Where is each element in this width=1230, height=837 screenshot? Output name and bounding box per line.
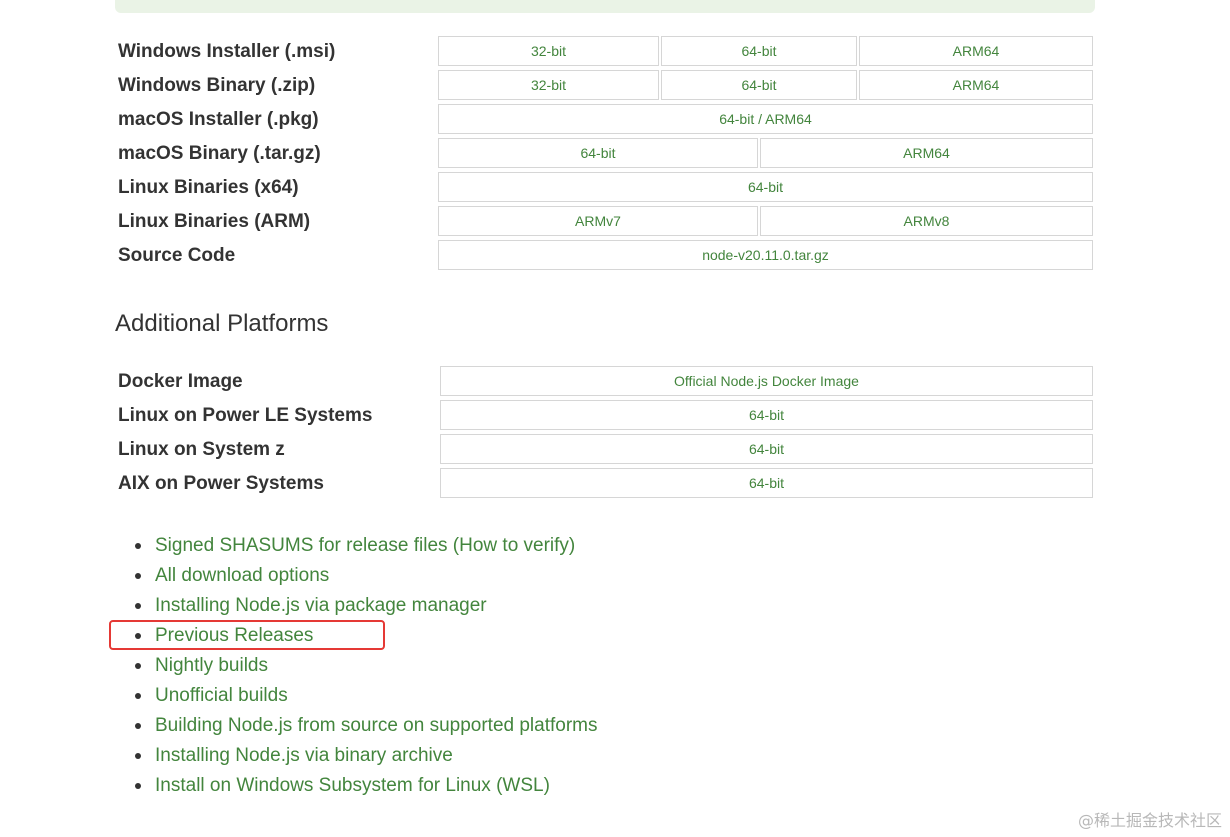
bullet-icon xyxy=(135,723,141,729)
download-link-32bit[interactable]: 32-bit xyxy=(438,36,659,66)
download-row-linux-x64: Linux Binaries (x64) 64-bit xyxy=(115,172,1095,204)
download-row-macos-installer: macOS Installer (.pkg) 64-bit / ARM64 xyxy=(115,104,1095,136)
platform-row-power-le: Linux on Power LE Systems 64-bit xyxy=(115,400,1095,432)
bullet-icon xyxy=(135,783,141,789)
row-label: Source Code xyxy=(118,245,236,266)
download-link-64bit[interactable]: 64-bit xyxy=(661,70,857,100)
platform-row-aix: AIX on Power Systems 64-bit xyxy=(115,468,1095,500)
download-link-32bit[interactable]: 32-bit xyxy=(438,70,659,100)
row-label: AIX on Power Systems xyxy=(118,473,324,494)
download-link-arm64[interactable]: ARM64 xyxy=(760,138,1093,168)
bullet-icon xyxy=(135,693,141,699)
top-banner xyxy=(115,0,1095,13)
download-link-64bit[interactable]: 64-bit xyxy=(661,36,857,66)
link-building-from-source[interactable]: Building Node.js from source on supporte… xyxy=(155,711,598,741)
download-link-64bit[interactable]: 64-bit xyxy=(438,138,758,168)
row-label: Linux Binaries (ARM) xyxy=(118,211,311,232)
row-label: macOS Binary (.tar.gz) xyxy=(118,143,321,164)
download-link-64bit[interactable]: 64-bit xyxy=(440,434,1093,464)
download-row-macos-binary: macOS Binary (.tar.gz) 64-bit ARM64 xyxy=(115,138,1095,170)
download-link-64bit[interactable]: 64-bit xyxy=(440,468,1093,498)
link-signed-shasums[interactable]: Signed SHASUMS for release files (How to… xyxy=(155,531,575,561)
section-heading-additional-platforms: Additional Platforms xyxy=(115,310,329,337)
bullet-icon xyxy=(135,663,141,669)
row-label: Docker Image xyxy=(118,371,243,392)
bullet-icon xyxy=(135,603,141,609)
download-link-source-tarball[interactable]: node-v20.11.0.tar.gz xyxy=(438,240,1093,270)
row-label: Windows Installer (.msi) xyxy=(118,41,336,62)
download-link-docker-image[interactable]: Official Node.js Docker Image xyxy=(440,366,1093,396)
link-wsl[interactable]: Install on Windows Subsystem for Linux (… xyxy=(155,771,550,801)
row-label: Linux Binaries (x64) xyxy=(118,177,299,198)
link-binary-archive[interactable]: Installing Node.js via binary archive xyxy=(155,741,453,771)
bullet-icon xyxy=(135,543,141,549)
download-row-linux-arm: Linux Binaries (ARM) ARMv7 ARMv8 xyxy=(115,206,1095,238)
row-label: Linux on System z xyxy=(118,439,285,460)
download-link-64bit[interactable]: 64-bit xyxy=(440,400,1093,430)
download-link-armv8[interactable]: ARMv8 xyxy=(760,206,1093,236)
download-link-armv7[interactable]: ARMv7 xyxy=(438,206,758,236)
row-label: Linux on Power LE Systems xyxy=(118,405,373,426)
link-unofficial-builds[interactable]: Unofficial builds xyxy=(155,681,288,711)
link-all-download-options[interactable]: All download options xyxy=(155,561,329,591)
link-nightly-builds[interactable]: Nightly builds xyxy=(155,651,268,681)
bullet-icon xyxy=(135,753,141,759)
platform-row-docker: Docker Image Official Node.js Docker Ima… xyxy=(115,366,1095,398)
platform-row-system-z: Linux on System z 64-bit xyxy=(115,434,1095,466)
download-link-arm64[interactable]: ARM64 xyxy=(859,36,1093,66)
download-link-64bit-arm64[interactable]: 64-bit / ARM64 xyxy=(438,104,1093,134)
download-row-windows-binary: Windows Binary (.zip) 32-bit 64-bit ARM6… xyxy=(115,70,1095,102)
link-package-manager[interactable]: Installing Node.js via package manager xyxy=(155,591,487,621)
row-label: Windows Binary (.zip) xyxy=(118,75,316,96)
download-link-arm64[interactable]: ARM64 xyxy=(859,70,1093,100)
download-link-64bit[interactable]: 64-bit xyxy=(438,172,1093,202)
download-row-source-code: Source Code node-v20.11.0.tar.gz xyxy=(115,240,1095,272)
annotation-highlight-box xyxy=(109,620,385,650)
watermark: @稀土掘金技术社区 xyxy=(1077,811,1222,830)
download-row-windows-installer: Windows Installer (.msi) 32-bit 64-bit A… xyxy=(115,36,1095,68)
row-label: macOS Installer (.pkg) xyxy=(118,109,319,130)
bullet-icon xyxy=(135,573,141,579)
